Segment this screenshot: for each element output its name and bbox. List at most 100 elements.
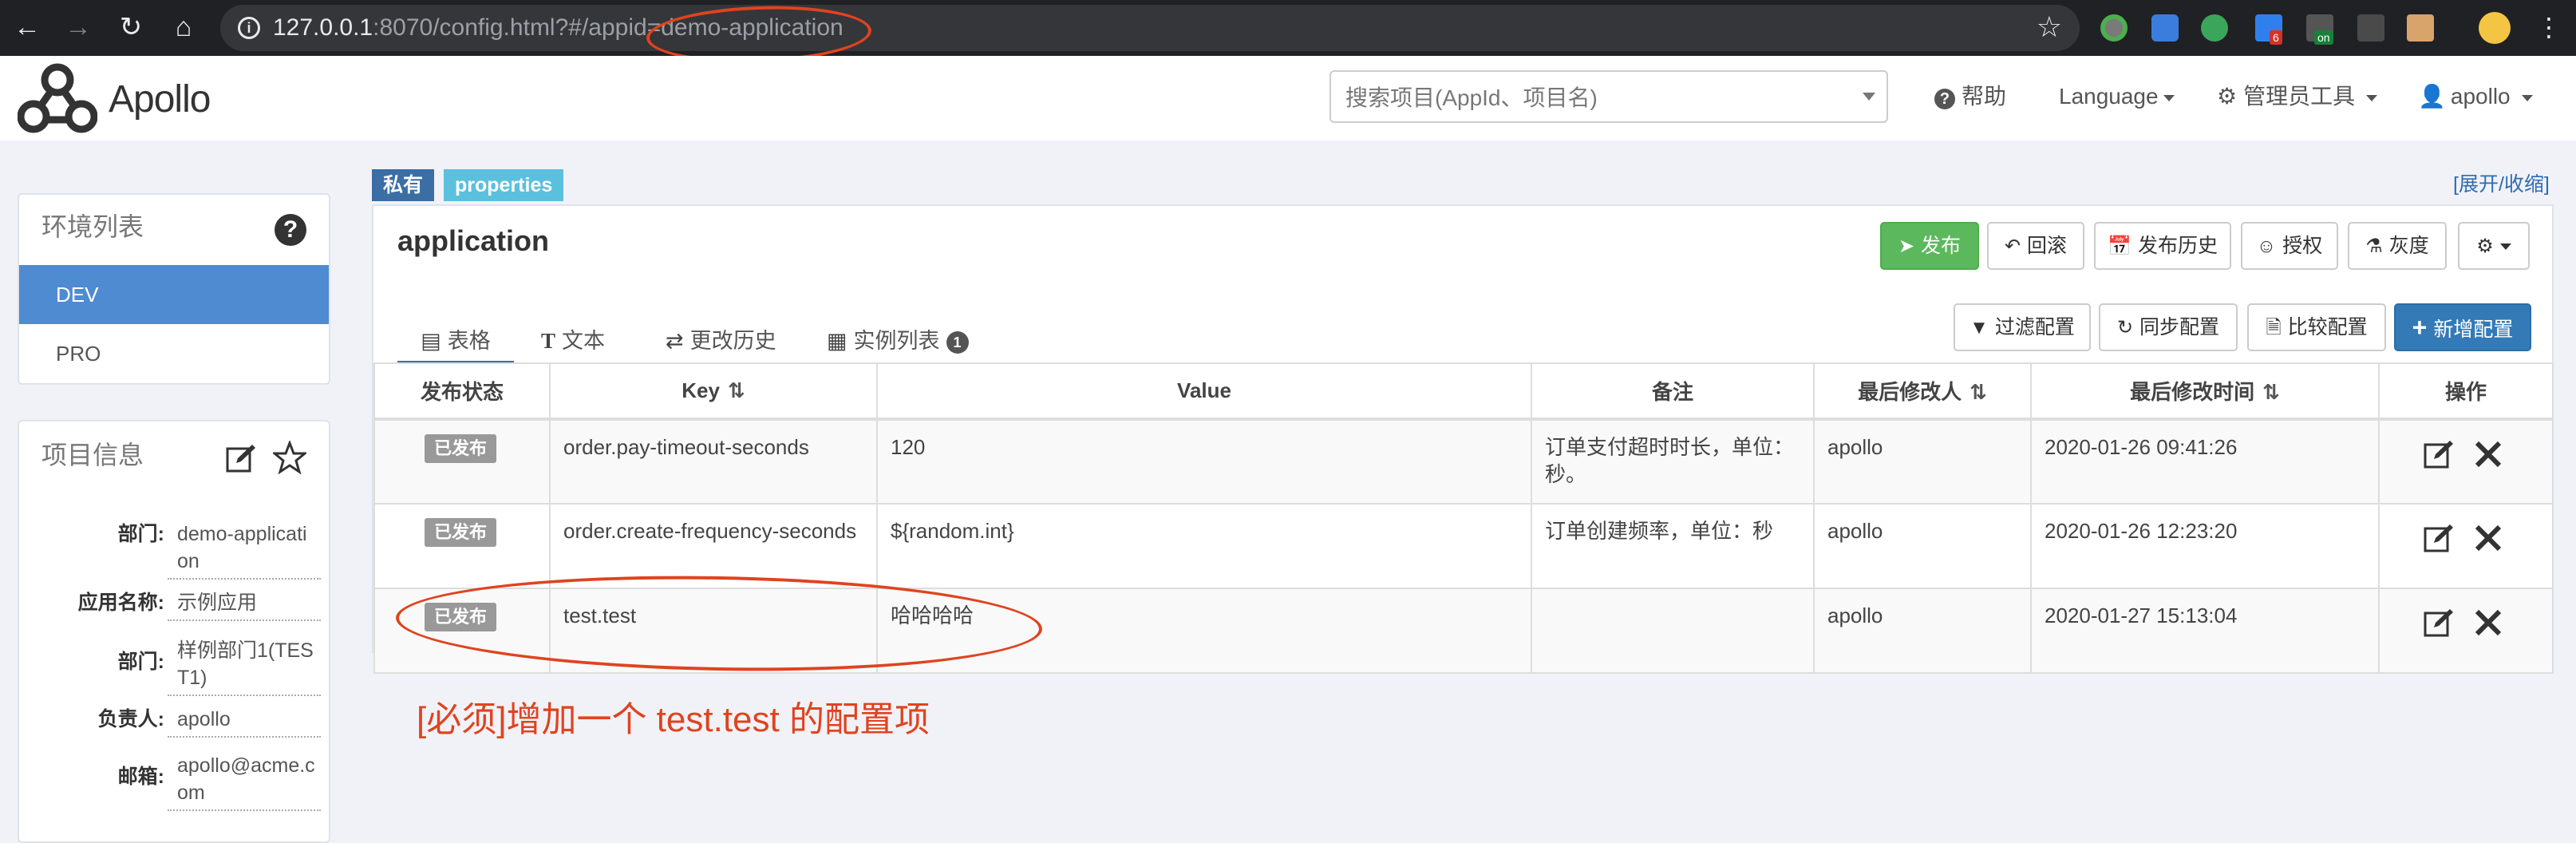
language-label: Language — [2059, 84, 2159, 109]
bookmark-star-icon[interactable]: ☆ — [2037, 11, 2062, 43]
filter-config-label: 过滤配置 — [1994, 316, 2075, 338]
expand-collapse-toggle[interactable]: [展开/收缩] — [2453, 171, 2550, 198]
forward-icon[interactable]: → — [62, 11, 94, 43]
caret-down-icon — [2499, 243, 2511, 251]
chevron-down-icon — [1863, 93, 1875, 101]
user-dropdown[interactable]: 👤 apollo — [2418, 83, 2533, 110]
cell-actions — [2378, 503, 2554, 589]
cell-modifier: apollo — [1813, 503, 2032, 589]
browser-menu-icon[interactable]: ⋮ — [2533, 11, 2565, 43]
help-label: 帮助 — [1962, 84, 2007, 109]
compare-config-label: 比较配置 — [2287, 316, 2368, 338]
sync-config-label: 同步配置 — [2139, 316, 2220, 338]
tag-format: properties — [444, 169, 564, 201]
cell-status: 已发布 — [373, 503, 551, 589]
tab-history-label: 更改历史 — [689, 329, 776, 353]
admin-tools-dropdown[interactable]: ⚙ 管理员工具 — [2217, 83, 2378, 110]
gray-release-button[interactable]: ⚗ 灰度 — [2348, 222, 2447, 270]
language-dropdown[interactable]: Language — [2059, 83, 2175, 110]
publish-button[interactable]: ➤ 发布 — [1880, 222, 1979, 270]
namespace-title: application — [397, 224, 550, 257]
plus-icon: + — [2412, 313, 2428, 342]
caret-down-icon — [2366, 94, 2378, 101]
help-link[interactable]: ? 帮助 — [1934, 83, 2006, 110]
tab-instances-label: 实例列表 — [853, 329, 940, 353]
star-icon[interactable] — [273, 441, 306, 474]
release-history-label: 发布历史 — [2137, 235, 2218, 257]
extension-dropper-icon[interactable] — [2357, 14, 2384, 42]
reload-icon[interactable]: ↻ — [115, 11, 147, 43]
col-key-label: Key — [682, 378, 720, 402]
site-info-icon[interactable]: i — [238, 17, 260, 39]
list-icon: ▦ — [827, 329, 847, 353]
extension-green-dot-icon[interactable] — [2100, 14, 2128, 42]
status-badge: 已发布 — [425, 518, 497, 547]
info-label: 部门: — [117, 651, 164, 673]
info-value: 示例应用 — [168, 589, 321, 621]
compare-config-button[interactable]: 🗎 比较配置 — [2247, 303, 2386, 351]
tab-history[interactable]: ⇄ 更改历史 — [666, 321, 776, 364]
project-search-input[interactable]: 搜索项目(AppId、项目名) — [1329, 70, 1888, 123]
cell-modified-time: 2020-01-26 12:23:20 — [2030, 503, 2380, 589]
edit-icon[interactable] — [2423, 438, 2455, 470]
sync-config-button[interactable]: ↻ 同步配置 — [2099, 303, 2238, 351]
question-circle-icon: ? — [1934, 89, 1955, 109]
delete-icon[interactable] — [2472, 607, 2504, 639]
release-history-button[interactable]: 📅 发布历史 — [2094, 222, 2231, 270]
env-item-pro[interactable]: PRO — [19, 324, 329, 383]
info-value: 样例部门1(TEST1) — [168, 637, 321, 696]
home-icon[interactable]: ⌂ — [168, 11, 200, 43]
cell-status: 已发布 — [373, 418, 551, 505]
tab-table-label: 表格 — [447, 329, 491, 353]
cell-comment: 订单支付超时时长，单位：秒。 — [1531, 418, 1815, 505]
sort-icon[interactable]: ⇅ — [728, 378, 745, 402]
flask-icon: ⚗ — [2365, 235, 2383, 257]
cell-actions — [2378, 418, 2554, 505]
apollo-logo-icon[interactable] — [18, 62, 97, 134]
delete-icon[interactable] — [2472, 438, 2504, 470]
search-placeholder: 搜索项目(AppId、项目名) — [1345, 85, 1598, 110]
info-label: 应用名称: — [77, 592, 164, 614]
send-icon: ➤ — [1898, 235, 1915, 257]
undo-icon: ↶ — [2004, 235, 2021, 257]
tab-text[interactable]: T 文本 — [541, 321, 605, 364]
extension-badge-green: on — [2314, 30, 2333, 45]
tab-table[interactable]: ▤ 表格 — [397, 321, 514, 364]
add-config-button[interactable]: + 新增配置 — [2394, 303, 2531, 351]
col-modified-time[interactable]: 最后修改时间 ⇅ — [2030, 362, 2380, 421]
app-header: Apollo 搜索项目(AppId、项目名) ? 帮助 Language ⚙ 管理员… — [0, 56, 2576, 140]
extension-diamond-icon[interactable] — [2151, 14, 2179, 42]
filter-config-button[interactable]: ▼ 过滤配置 — [1954, 303, 2091, 351]
user-icon: 👤 — [2418, 84, 2446, 109]
col-key[interactable]: Key ⇅ — [549, 362, 878, 421]
env-item-dev[interactable]: DEV — [19, 265, 329, 324]
question-circle-icon[interactable]: ? — [275, 214, 306, 246]
cell-comment: 订单创建频率，单位：秒 — [1531, 503, 1815, 589]
back-icon[interactable]: ← — [11, 11, 43, 43]
sort-icon[interactable]: ⇅ — [1970, 380, 1987, 404]
extension-avatar-icon[interactable] — [2407, 14, 2434, 42]
project-info-title: 项目信息 — [41, 441, 144, 469]
cell-modifier: apollo — [1813, 588, 2032, 674]
grant-button[interactable]: ☺ 授权 — [2241, 222, 2338, 270]
rollback-button[interactable]: ↶ 回滚 — [1987, 222, 2084, 270]
sort-icon[interactable]: ⇅ — [2262, 380, 2280, 404]
profile-avatar[interactable] — [2479, 12, 2511, 44]
caret-down-icon — [2521, 94, 2533, 101]
edit-icon[interactable] — [225, 442, 257, 474]
project-info-panel: 项目信息 部门: demo-application 应用名称: 示例应用 部门:… — [18, 420, 330, 843]
text-icon: T — [541, 329, 556, 353]
address-bar[interactable]: i 127.0.0.1:8070/config.html?#/appid=dem… — [220, 5, 2080, 51]
info-value: apollo — [168, 706, 321, 738]
logo-text[interactable]: Apollo — [109, 78, 211, 121]
settings-dropdown-button[interactable]: ⚙ — [2458, 222, 2530, 270]
col-modifier[interactable]: 最后修改人 ⇅ — [1813, 362, 2032, 421]
edit-icon[interactable] — [2423, 522, 2455, 554]
cell-value: 120 — [876, 418, 1532, 505]
delete-icon[interactable] — [2472, 522, 2504, 554]
rollback-label: 回滚 — [2027, 235, 2068, 257]
extension-vue-icon[interactable] — [2201, 14, 2228, 42]
table-row: 已发布 order.pay-timeout-seconds 120 订单支付超时… — [373, 418, 2554, 505]
tab-instances[interactable]: ▦ 实例列表 1 — [827, 321, 969, 364]
edit-icon[interactable] — [2423, 607, 2455, 639]
